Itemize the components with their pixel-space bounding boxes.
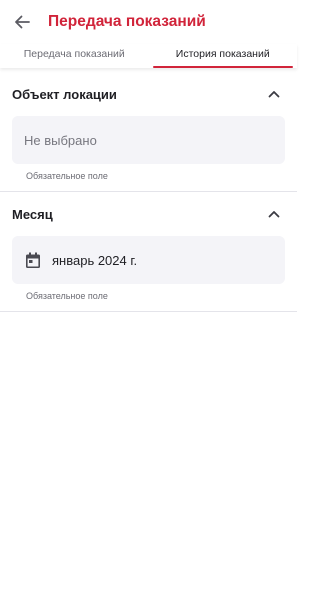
- active-tab-indicator: [152, 66, 293, 68]
- chevron-up-icon[interactable]: [267, 87, 281, 101]
- required-hint: Обязательное поле: [26, 291, 108, 301]
- location-select-field[interactable]: Не выбрано: [12, 116, 285, 164]
- month-section-header[interactable]: Месяц: [12, 192, 285, 236]
- tab-bar: Передача показаний История показаний: [0, 44, 297, 68]
- back-arrow-icon[interactable]: [12, 12, 32, 32]
- tab-label: История показаний: [175, 48, 270, 60]
- location-section: Объект локации Не выбрано Обязательное п…: [0, 72, 297, 192]
- month-section: Месяц январь 2024 г. Обязательное поле: [0, 192, 297, 312]
- tab-submit-readings[interactable]: Передача показаний: [0, 44, 149, 68]
- page-title: Передача показаний: [48, 13, 206, 30]
- app-header: Передача показаний: [0, 0, 297, 44]
- section-title: Месяц: [12, 206, 53, 222]
- location-section-header[interactable]: Объект локации: [12, 72, 285, 116]
- month-value: январь 2024 г.: [52, 252, 138, 268]
- required-hint: Обязательное поле: [26, 171, 108, 181]
- tab-label: Передача показаний: [23, 48, 125, 60]
- section-title: Объект локации: [12, 86, 117, 102]
- calendar-icon: [24, 251, 42, 269]
- month-select-field[interactable]: январь 2024 г.: [12, 236, 285, 284]
- tab-readings-history[interactable]: История показаний: [149, 44, 298, 68]
- location-placeholder: Не выбрано: [24, 132, 97, 148]
- chevron-up-icon[interactable]: [267, 207, 281, 221]
